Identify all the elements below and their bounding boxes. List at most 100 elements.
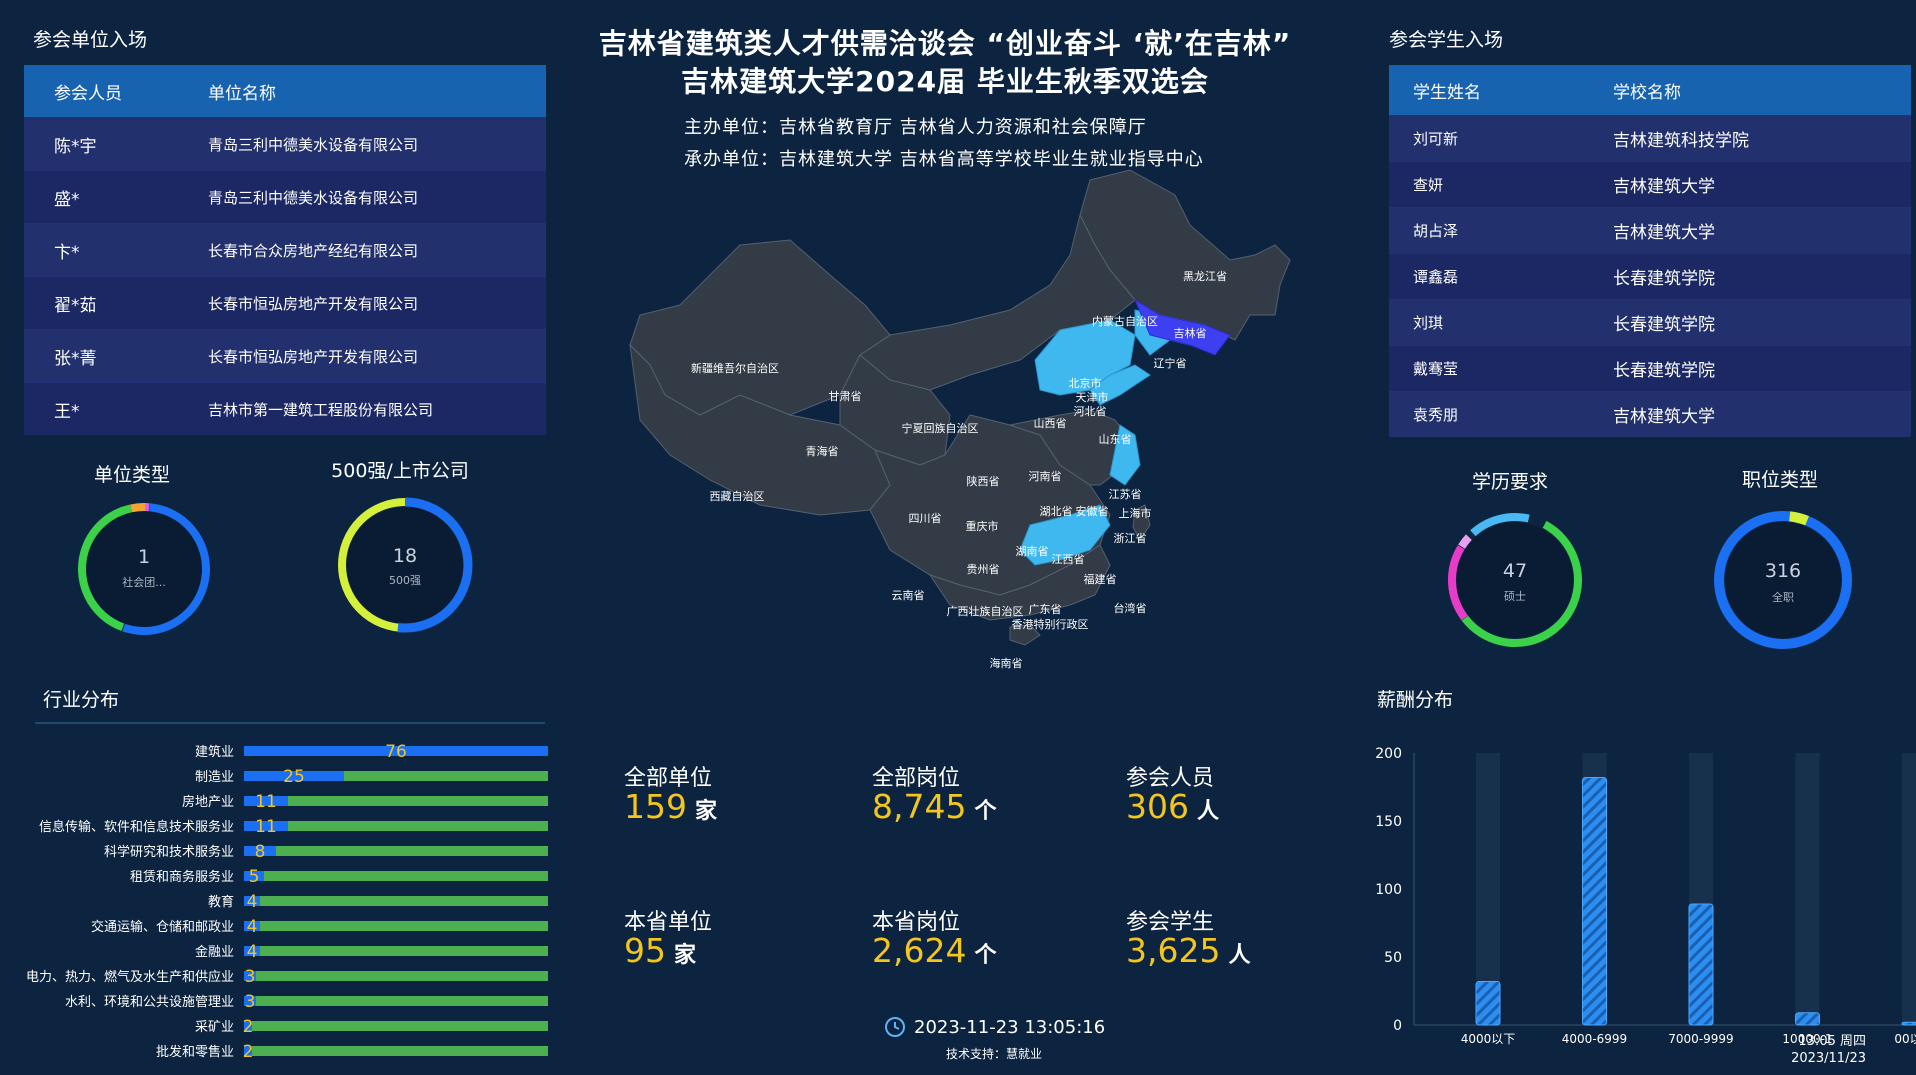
industry-value: 11 [255,792,277,812]
industry-value: 76 [385,742,407,762]
table-row[interactable]: 胡占泽 吉林建筑大学 [1389,207,1911,253]
map-label: 北京市 [1069,376,1102,390]
students-col-name: 学生姓名 [1413,82,1481,103]
industry-track [244,1021,548,1031]
salary-ytick: 150 [1375,814,1402,830]
unit-company: 长春市恒弘房地产开发有限公司 [208,347,419,366]
table-row[interactable]: 刘琪 长春建筑学院 [1389,299,1911,345]
industry-label: 信息传输、软件和信息技术服务业 [39,819,234,835]
unit-person: 翟*茹 [54,295,97,316]
industry-label: 电力、热力、燃气及水生产和供应业 [26,969,234,985]
salary-bar[interactable] [1795,1012,1820,1026]
unit-company: 青岛三利中德美水设备有限公司 [208,135,419,154]
industry-label: 房地产业 [182,794,234,810]
map-label: 广东省 [1029,603,1062,616]
map-label: 浙江省 [1114,532,1147,545]
industry-value: 2 [243,1042,254,1060]
stat-province-units-value: 95 [624,931,666,970]
salary-bar[interactable] [1475,980,1501,1026]
table-row[interactable]: 张*菁 长春市恒弘房地产开发有限公司 [24,329,546,382]
salary-bar[interactable] [1901,1021,1916,1026]
student-school: 吉林建筑大学 [1613,407,1715,427]
top500-label: 500强 [389,574,421,587]
student-name: 戴骞莹 [1413,360,1459,378]
stat-attendees-unit: 人 [1197,799,1220,824]
education-donut: 47 硕士 [1448,512,1582,648]
education-value: 47 [1503,560,1527,582]
map-label: 江西省 [1052,553,1085,566]
industry-track [244,946,548,956]
unit-type-title: 单位类型 [93,464,170,486]
map-label: 海南省 [990,656,1023,670]
table-row[interactable]: 翟*茹 长春市恒弘房地产开发有限公司 [24,276,546,329]
job-type-value: 316 [1765,560,1801,582]
table-row[interactable]: 陈*宇 青岛三利中德美水设备有限公司 [24,117,546,170]
map-label: 内蒙古自治区 [1092,314,1158,328]
map-label: 湖北省 [1040,505,1073,518]
stat-students: 3,625 人 [1126,931,1251,970]
map-label: 甘肃省 [829,390,862,403]
industry-track [244,971,548,981]
table-row[interactable]: 王* 吉林市第一建筑工程股份有限公司 [24,382,546,435]
student-school: 吉林建筑大学 [1613,177,1715,197]
stat-all-units-unit: 家 [695,799,718,824]
job-type-label: 全职 [1772,590,1794,604]
industry-value: 3 [245,992,256,1012]
salary-category: 7000-9999 [1668,1032,1733,1046]
table-row[interactable]: 戴骞莹 长春建筑学院 [1389,345,1911,391]
industry-label: 交通运输、仓储和邮政业 [91,919,234,935]
unit-type-value: 1 [138,546,150,568]
industry-value: 11 [255,817,277,837]
map-label: 四川省 [909,512,942,525]
stat-province-jobs-unit: 个 [974,943,997,968]
units-col-person: 参会人员 [54,83,122,104]
map-label: 福建省 [1084,572,1117,586]
unit-type-donut: 1 社会团... [78,502,210,635]
unit-company: 吉林市第一建筑工程股份有限公司 [208,400,434,419]
units-table-header: 参会人员 单位名称 [24,65,546,117]
industry-label: 批发和零售业 [156,1044,234,1060]
industry-chart: 建筑业 76制造业 25房地产业 11信息传输、软件和信息技术服务业 11科学研究和技术… [26,742,548,1060]
job-type-title: 职位类型 [1741,469,1818,491]
footer-support: 技术支持：慧就业 [946,1047,1043,1061]
map-label: 广西壮族自治区 [947,604,1024,618]
stat-province-jobs: 2,624 个 [872,931,997,970]
stat-all-jobs-value: 8,745 [872,787,967,826]
industry-label: 制造业 [195,770,234,785]
industry-label: 科学研究和技术服务业 [104,844,234,860]
table-row[interactable]: 卞* 长春市合众房地产经纪有限公司 [24,223,546,276]
unit-company: 长春市恒弘房地产开发有限公司 [208,294,419,313]
stat-attendees-value: 306 [1126,787,1189,826]
salary-track [1795,753,1820,1025]
salary-bar[interactable] [1582,776,1607,1026]
industry-track [244,871,548,881]
students-table: 学生姓名 学校名称 刘可新 吉林建筑科技学院 查妍 吉林建筑大学 胡占泽 吉林建筑大学 谭鑫… [1389,65,1911,437]
unit-company: 青岛三利中德美水设备有限公司 [208,188,419,207]
table-row[interactable]: 刘可新 吉林建筑科技学院 [1389,115,1911,161]
stat-all-units: 159 家 [624,787,717,826]
industry-label: 水利、环境和公共设施管理业 [65,995,234,1010]
table-row[interactable]: 袁秀朋 吉林建筑大学 [1389,391,1911,437]
table-row[interactable]: 查妍 吉林建筑大学 [1389,161,1911,207]
industry-label: 建筑业 [195,744,234,760]
industry-track [244,996,548,1006]
students-col-school: 学校名称 [1613,82,1681,103]
unit-person: 卞* [54,242,80,263]
industry-label: 租赁和商务服务业 [130,869,234,885]
map-label: 上海市 [1119,506,1152,520]
map-label: 宁夏回族自治区 [902,421,979,435]
stat-students-unit: 人 [1228,943,1251,968]
salary-bar[interactable] [1688,903,1714,1026]
table-row[interactable]: 盛* 青岛三利中德美水设备有限公司 [24,170,546,223]
map-label: 河南省 [1029,470,1062,483]
map-label: 贵州省 [967,563,1000,576]
salary-ytick: 200 [1375,746,1402,762]
salary-category: 00以上 [1894,1032,1916,1046]
student-school: 长春建筑学院 [1613,361,1715,381]
taskbar-time: 13:05 周四 [1798,1034,1866,1049]
map-label: 河北省 [1074,405,1107,418]
students-table-body: 刘可新 吉林建筑科技学院 查妍 吉林建筑大学 胡占泽 吉林建筑大学 谭鑫磊 长春建筑学院 刘琪长… [1389,115,1911,437]
salary-ytick: 100 [1375,882,1402,898]
table-row[interactable]: 谭鑫磊 长春建筑学院 [1389,253,1911,299]
unit-person: 盛* [54,189,80,210]
